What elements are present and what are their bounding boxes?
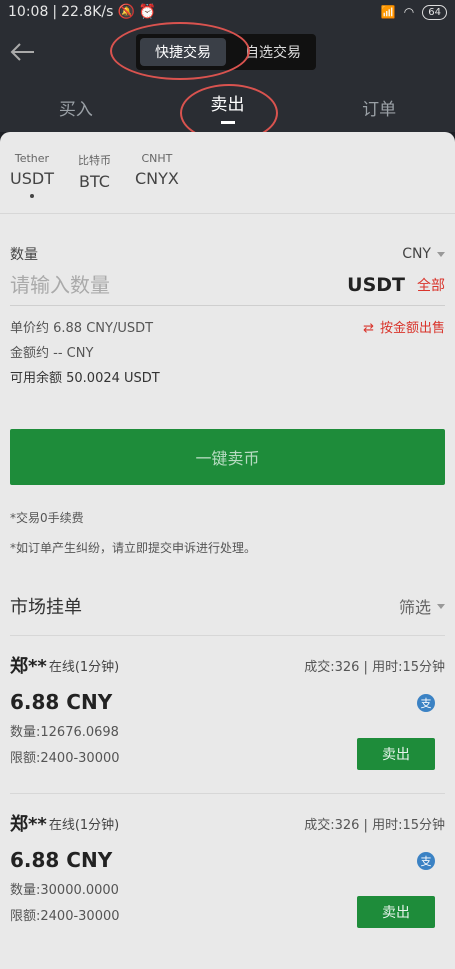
merchant-stats: 成交:326 | 用时:15分钟 <box>304 817 445 833</box>
merchant-name: 郑** <box>10 656 47 677</box>
swap-icon: ⇄ <box>363 321 374 336</box>
sell-panel: Tether USDT 比特币 BTC CNHT CNYX 数量 CNY USD… <box>0 132 455 969</box>
merchant-name: 郑** <box>10 814 47 835</box>
sell-by-amount-toggle[interactable]: ⇄ 按金额出售 <box>363 316 445 341</box>
alipay-icon: 支 <box>417 852 435 870</box>
coin-tab-btc[interactable]: 比特币 BTC <box>78 152 111 213</box>
status-bar: 10:08 | 22.8K/s 🔕 ⏰ 📶 ◠ 64 <box>0 0 455 24</box>
header: 快捷交易 自选交易 <box>0 22 455 82</box>
tab-orders[interactable]: 订单 <box>303 82 455 132</box>
signal-icon: 📶 <box>380 5 396 19</box>
order-price: 6.88 CNY <box>10 690 113 714</box>
one-click-sell-button[interactable]: 一键卖币 <box>10 429 445 485</box>
market-order: 郑** 在线(1分钟) 成交:326 | 用时:15分钟 6.88 CNY 支 … <box>10 635 445 793</box>
alipay-icon: 支 <box>417 694 435 712</box>
alarm-off-icon: 🔕 <box>117 4 135 20</box>
selected-dot <box>29 194 34 198</box>
network-speed: 22.8K/s <box>61 4 114 20</box>
wifi-icon: ◠ <box>403 5 415 19</box>
back-arrow-icon[interactable] <box>8 40 36 64</box>
trade-tabs: 买入 卖出 订单 <box>0 82 455 142</box>
caret-down-icon <box>437 603 445 609</box>
order-sell-button[interactable]: 卖出 <box>357 896 435 928</box>
market-order: 郑** 在线(1分钟) 成交:326 | 用时:15分钟 6.88 CNY 支 … <box>10 793 445 951</box>
merchant-stats: 成交:326 | 用时:15分钟 <box>304 659 445 675</box>
alarm-icon: ⏰ <box>138 4 157 20</box>
order-price: 6.88 CNY <box>10 848 113 872</box>
market-orders-title: 市场挂单 <box>10 597 82 618</box>
sell-form: 数量 CNY USDT 全部 单价约 6.88 CNY/USDT ⇄ 按金额出售… <box>0 244 455 951</box>
unit-price: 单价约 6.88 CNY/USDT <box>10 321 154 336</box>
currency-select[interactable]: CNY <box>402 246 445 262</box>
unit-label: USDT <box>347 273 405 296</box>
amount-estimate: 金额约 -- CNY <box>10 346 94 361</box>
fee-note: *交易0手续费 <box>10 511 84 525</box>
all-button[interactable]: 全部 <box>417 275 445 295</box>
available-balance: 可用余额 50.0024 USDT <box>10 371 160 386</box>
caret-down-icon <box>437 251 445 257</box>
online-status: 在线(1分钟) <box>48 817 120 833</box>
coin-tabs: Tether USDT 比特币 BTC CNHT CNYX <box>0 132 455 214</box>
filter-button[interactable]: 筛选 <box>399 594 445 618</box>
quantity-label: 数量 <box>10 247 38 263</box>
coin-tab-cnyx[interactable]: CNHT CNYX <box>135 152 179 213</box>
tab-buy[interactable]: 买入 <box>0 82 152 132</box>
order-sell-button[interactable]: 卖出 <box>357 738 435 770</box>
highlight-circle <box>110 22 250 80</box>
battery-icon: 64 <box>422 4 447 20</box>
quantity-input[interactable] <box>10 272 348 297</box>
online-status: 在线(1分钟) <box>48 659 120 675</box>
clock: 10:08 <box>8 4 49 20</box>
coin-tab-usdt[interactable]: Tether USDT <box>10 152 54 213</box>
dispute-note: *如订单产生纠纷，请立即提交申诉进行处理。 <box>10 541 257 555</box>
